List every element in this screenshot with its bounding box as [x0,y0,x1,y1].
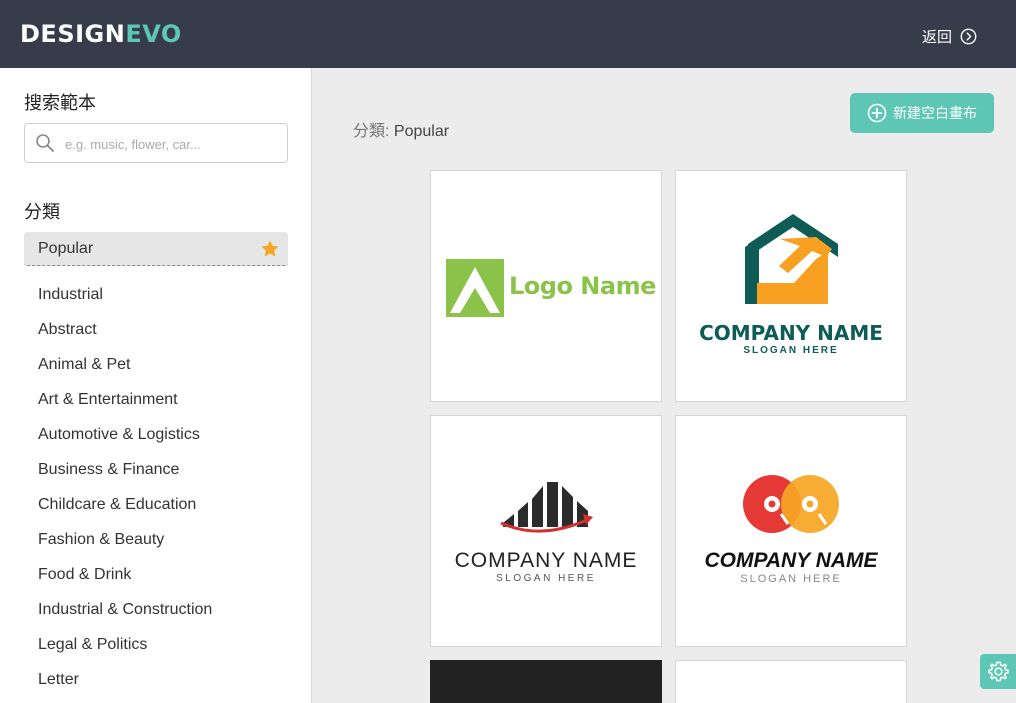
category-item-label: Popular [38,240,94,257]
template-name: Logo Name [509,272,656,300]
template-card[interactable]: COMPANY NAME SLOGAN HERE [675,170,907,402]
circle-chevron-right-icon [960,28,977,44]
star-icon [261,240,279,257]
back-label: 返回 [922,28,953,46]
category-item-automotive-logistics[interactable]: Automotive & Logistics [24,417,288,452]
search-icon [36,134,54,152]
house-hammer-icon [745,214,838,304]
brand-logo-part2: EVO [125,20,182,48]
main-content: 分類: Popular 新建空白畫布 Logo Name COMPANY NAM… [313,68,1016,703]
template-card[interactable]: COMPANY NAME SLOGAN HERE [430,415,662,647]
template-card[interactable] [675,660,907,703]
template-slogan: SLOGAN HERE [496,573,596,584]
category-item-abstract[interactable]: Abstract [24,312,288,347]
circle-plus-icon [867,103,887,123]
category-list: Industrial Abstract Animal & Pet Art & E… [24,277,288,697]
breadcrumb-prefix: 分類: [353,123,390,140]
settings-button[interactable] [980,654,1016,689]
twin-disc-icon [743,475,839,533]
template-card[interactable]: COMPANY NAME SLOGAN HERE [675,415,907,647]
category-item-legal-politics[interactable]: Legal & Politics [24,627,288,662]
back-button[interactable]: 返回 [922,24,977,48]
category-item-art-entertainment[interactable]: Art & Entertainment [24,382,288,417]
template-card[interactable] [430,660,662,703]
search-box [24,123,288,163]
category-item-letter[interactable]: Letter [24,662,288,697]
bar-chart-arrow-icon [500,482,593,533]
new-blank-canvas-button[interactable]: 新建空白畫布 [850,93,994,133]
template-name: COMPANY NAME [699,321,883,345]
gear-icon [988,661,1009,682]
category-item-childcare-education[interactable]: Childcare & Education [24,487,288,522]
category-title: 分類 [24,202,60,222]
template-card[interactable]: Logo Name [430,170,662,402]
category-item-industrial[interactable]: Industrial [24,277,288,312]
breadcrumb: 分類: Popular [353,117,449,141]
category-item-food-drink[interactable]: Food & Drink [24,557,288,592]
category-item-animal-pet[interactable]: Animal & Pet [24,347,288,382]
category-item-business-finance[interactable]: Business & Finance [24,452,288,487]
template-slogan: SLOGAN HERE [740,573,842,585]
breadcrumb-value: Popular [393,123,450,140]
category-item-industrial-construction[interactable]: Industrial & Construction [24,592,288,627]
search-input[interactable] [65,133,275,155]
sidebar: 搜索範本 分類 Popular Industrial Abstract Anim… [0,68,312,703]
template-slogan: SLOGAN HERE [743,345,839,356]
top-bar: DESIGNEVO 返回 [0,0,1016,68]
new-blank-canvas-label: 新建空白畫布 [893,105,977,121]
category-item-popular[interactable]: Popular [24,232,288,266]
search-title: 搜索範本 [24,93,96,113]
template-name: COMPANY NAME [704,549,878,572]
template-name: COMPANY NAME [454,549,638,572]
brand-logo-part1: DESIGN [20,20,126,48]
category-item-fashion-beauty[interactable]: Fashion & Beauty [24,522,288,557]
brand-logo[interactable]: DESIGNEVO [20,20,182,48]
